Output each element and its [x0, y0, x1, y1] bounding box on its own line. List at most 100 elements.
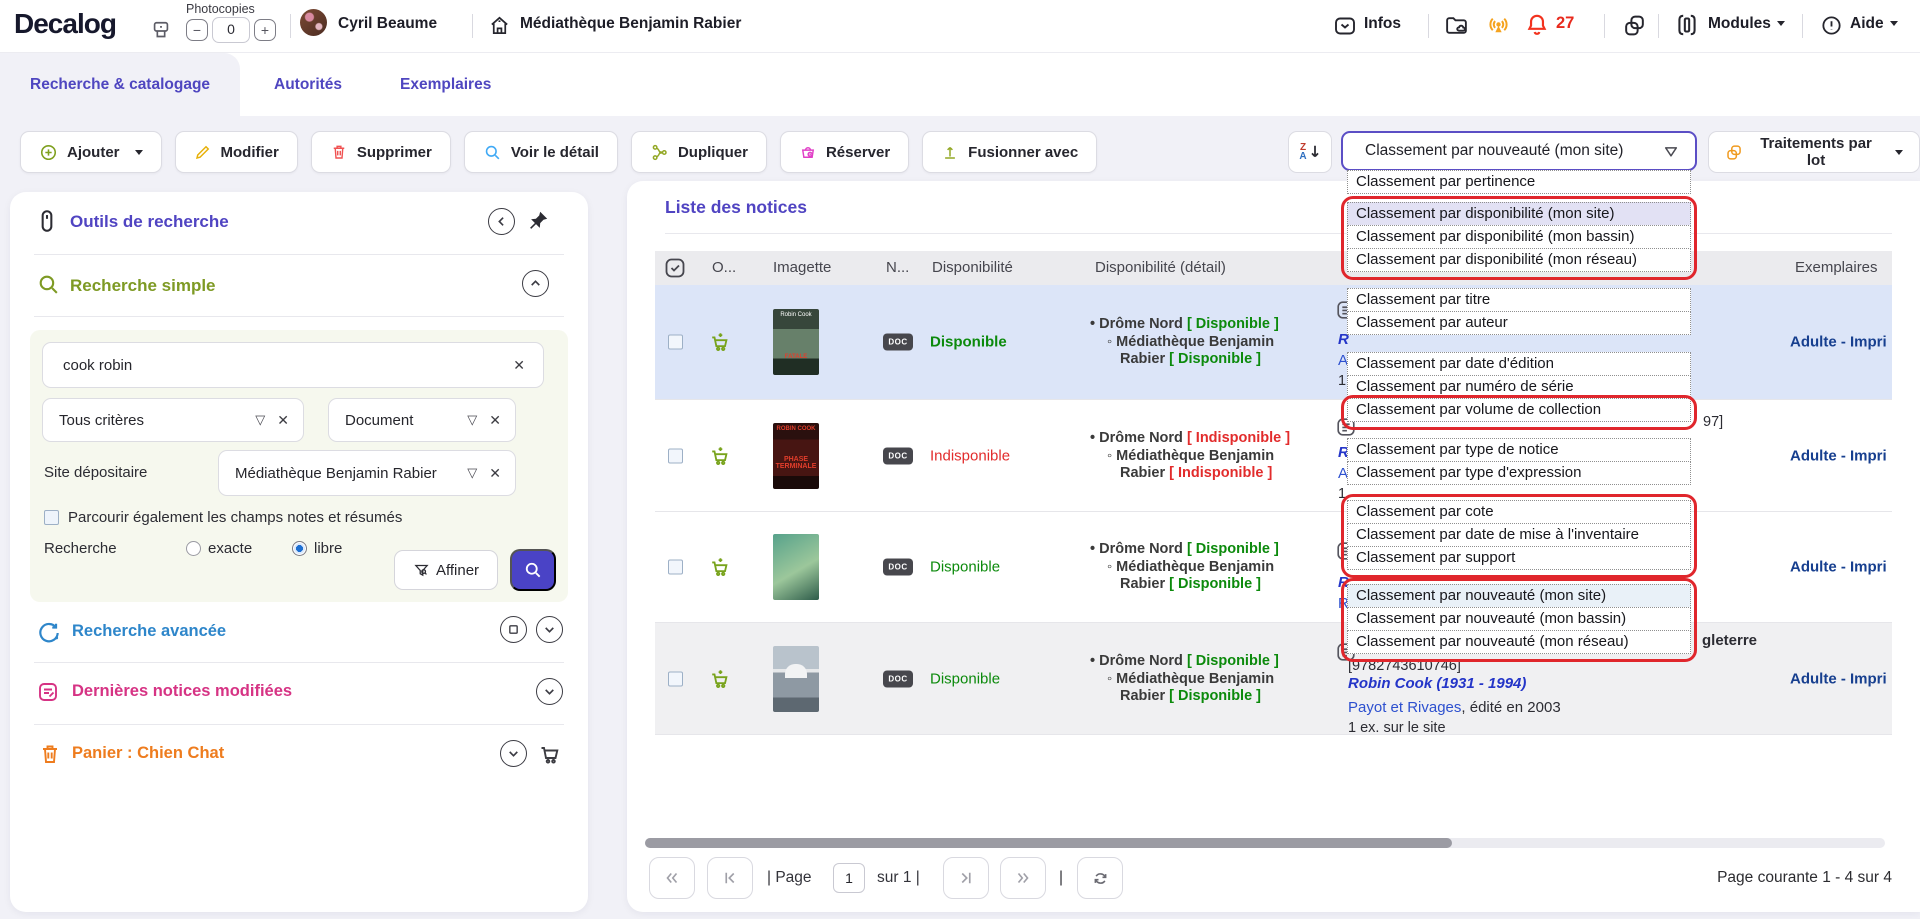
col-header-exemplaires[interactable]: Exemplaires [1795, 259, 1878, 276]
sort-option-nouveaute-site[interactable]: Classement par nouveauté (mon site) [1347, 584, 1691, 608]
sort-option-dispo-reseau[interactable]: Classement par disponibilité (mon réseau… [1347, 248, 1691, 272]
notice-author-link[interactable]: Robin Cook (1931 - 1994) [1348, 675, 1526, 692]
notifications-bell-icon[interactable] [1524, 12, 1550, 38]
infos-link[interactable]: Infos [1364, 15, 1401, 33]
modules-icon[interactable] [1674, 12, 1700, 38]
horizontal-scrollbar-thumb[interactable] [645, 838, 1452, 848]
sort-option-nouveaute-bassin[interactable]: Classement par nouveauté (mon bassin) [1347, 607, 1691, 631]
user-name[interactable]: Cyril Beaume [338, 15, 437, 33]
next-page-button[interactable] [943, 857, 989, 899]
tab-autorites[interactable]: Autorités [274, 53, 342, 116]
sort-option-pertinence[interactable]: Classement par pertinence [1347, 170, 1691, 194]
batch-actions-button[interactable]: Traitements par lot [1708, 131, 1920, 173]
folder-export-icon[interactable] [1444, 13, 1469, 38]
clear-criteria-icon[interactable]: ✕ [277, 412, 289, 429]
mode-exact-radio[interactable] [186, 541, 201, 556]
row-checkbox[interactable] [668, 335, 683, 350]
open-advanced-window-button[interactable] [500, 616, 527, 643]
notice-publisher-link[interactable]: Payot et Rivages [1348, 699, 1461, 716]
sort-option-cote[interactable]: Classement par cote [1347, 500, 1691, 524]
previous-page-button[interactable] [707, 857, 753, 899]
row-checkbox[interactable] [668, 671, 683, 686]
table-row[interactable]: Robin Cook FATALE DOC Disponible • Drôme… [655, 285, 1892, 400]
search-query-field[interactable]: cook robin ✕ [42, 342, 544, 388]
edit-button[interactable]: Modifier [175, 131, 298, 173]
sort-option-numero-serie[interactable]: Classement par numéro de série [1347, 375, 1691, 399]
collapse-simple-search-button[interactable] [522, 270, 549, 297]
sort-option-nouveaute-reseau[interactable]: Classement par nouveauté (mon réseau) [1347, 630, 1691, 654]
sort-option-dispo-bassin[interactable]: Classement par disponibilité (mon bassin… [1347, 225, 1691, 249]
col-header-n[interactable]: N... [886, 259, 909, 276]
user-avatar[interactable] [300, 9, 327, 36]
tab-exemplaires[interactable]: Exemplaires [400, 53, 491, 116]
merge-button[interactable]: Fusionner avec [922, 131, 1097, 173]
modules-menu[interactable]: Modules [1708, 15, 1785, 33]
table-row[interactable]: DOC Disponible • Drôme Nord [ Disponible… [655, 623, 1892, 735]
page-number-input[interactable] [833, 863, 865, 893]
book-cover-thumbnail[interactable]: Robin Cook FATALE [773, 309, 819, 375]
add-to-basket-icon[interactable] [709, 556, 731, 578]
row-checkbox[interactable] [668, 448, 683, 463]
delete-button[interactable]: Supprimer [311, 131, 451, 173]
add-to-basket-icon[interactable] [709, 445, 731, 467]
help-menu[interactable]: Aide [1850, 15, 1898, 33]
search-notes-checkbox[interactable] [44, 510, 59, 525]
refine-button[interactable]: Affiner [394, 550, 498, 590]
book-cover-thumbnail[interactable] [773, 646, 819, 712]
site-name[interactable]: Médiathèque Benjamin Rabier [520, 15, 741, 33]
sort-option-type-notice[interactable]: Classement par type de notice [1347, 438, 1691, 462]
sort-direction-button[interactable]: ZA [1288, 131, 1332, 173]
expand-advanced-button[interactable] [536, 616, 563, 643]
criteria-select[interactable]: Tous critères ▽ ✕ [42, 398, 304, 442]
view-detail-button[interactable]: Voir le détail [464, 131, 618, 173]
col-header-imagette[interactable]: Imagette [773, 259, 831, 276]
collapse-panel-button[interactable] [488, 208, 515, 235]
add-to-basket-icon[interactable] [709, 331, 731, 353]
sort-option-volume[interactable]: Classement par volume de collection [1347, 398, 1691, 422]
book-cover-thumbnail[interactable] [773, 534, 819, 600]
notification-count-badge[interactable]: 27 [1556, 14, 1574, 33]
sort-option-date-edition[interactable]: Classement par date d'édition [1347, 352, 1691, 376]
sort-option-dispo-site[interactable]: Classement par disponibilité (mon site) [1347, 202, 1691, 226]
row-checkbox[interactable] [668, 560, 683, 575]
photocopies-count[interactable]: 0 [212, 17, 250, 43]
sort-option-auteur[interactable]: Classement par auteur [1347, 311, 1691, 335]
help-info-icon[interactable] [1820, 14, 1843, 37]
book-cover-thumbnail[interactable]: ROBIN COOK PHASE TERMINALE [773, 423, 819, 489]
last-page-button[interactable] [1000, 857, 1046, 899]
col-header-disponibilite[interactable]: Disponibilité [932, 259, 1013, 276]
deposit-site-select[interactable]: Médiathèque Benjamin Rabier ▽ ✕ [218, 450, 516, 496]
col-header-o[interactable]: O... [712, 259, 736, 276]
photocopies-increment-button[interactable]: + [254, 19, 276, 41]
add-button[interactable]: Ajouter [20, 131, 162, 173]
basket-cart-icon[interactable] [538, 742, 562, 766]
col-header-disponibilite-detail[interactable]: Disponibilité (détail) [1095, 259, 1226, 276]
last-modified-title[interactable]: Dernières notices modifiées [72, 682, 292, 701]
broadcast-icon[interactable] [1486, 13, 1511, 38]
sort-option-titre[interactable]: Classement par titre [1347, 288, 1691, 312]
add-to-basket-icon[interactable] [709, 668, 731, 690]
inbox-icon[interactable] [1333, 14, 1357, 38]
first-page-button[interactable] [649, 857, 695, 899]
search-submit-button[interactable] [510, 549, 556, 591]
table-row[interactable]: ROBIN COOK PHASE TERMINALE DOC Indisponi… [655, 400, 1892, 512]
sort-option-type-expression[interactable]: Classement par type d'expression [1347, 461, 1691, 485]
table-row[interactable]: DOC Disponible • Drôme Nord [ Disponible… [655, 512, 1892, 623]
link-copy-icon[interactable] [1622, 13, 1647, 38]
sort-option-support[interactable]: Classement par support [1347, 546, 1691, 570]
doctype-select[interactable]: Document ▽ ✕ [328, 398, 516, 442]
refresh-button[interactable] [1077, 857, 1123, 899]
reserve-button[interactable]: Réserver [780, 131, 909, 173]
clear-site-icon[interactable]: ✕ [489, 465, 501, 482]
mode-free-radio[interactable] [292, 541, 307, 556]
clear-doctype-icon[interactable]: ✕ [489, 412, 501, 429]
duplicate-button[interactable]: Dupliquer [631, 131, 767, 173]
basket-title[interactable]: Panier : Chien Chat [72, 744, 224, 763]
sort-select[interactable]: Classement par nouveauté (mon site) [1341, 131, 1697, 171]
expand-basket-button[interactable] [500, 740, 527, 767]
expand-last-modified-button[interactable] [536, 678, 563, 705]
select-all-checkbox[interactable] [663, 256, 687, 280]
tab-recherche-catalogage[interactable]: Recherche & catalogage [30, 53, 240, 116]
sort-option-inventaire[interactable]: Classement par date de mise à l'inventai… [1347, 523, 1691, 547]
advanced-search-title[interactable]: Recherche avancée [72, 622, 226, 641]
